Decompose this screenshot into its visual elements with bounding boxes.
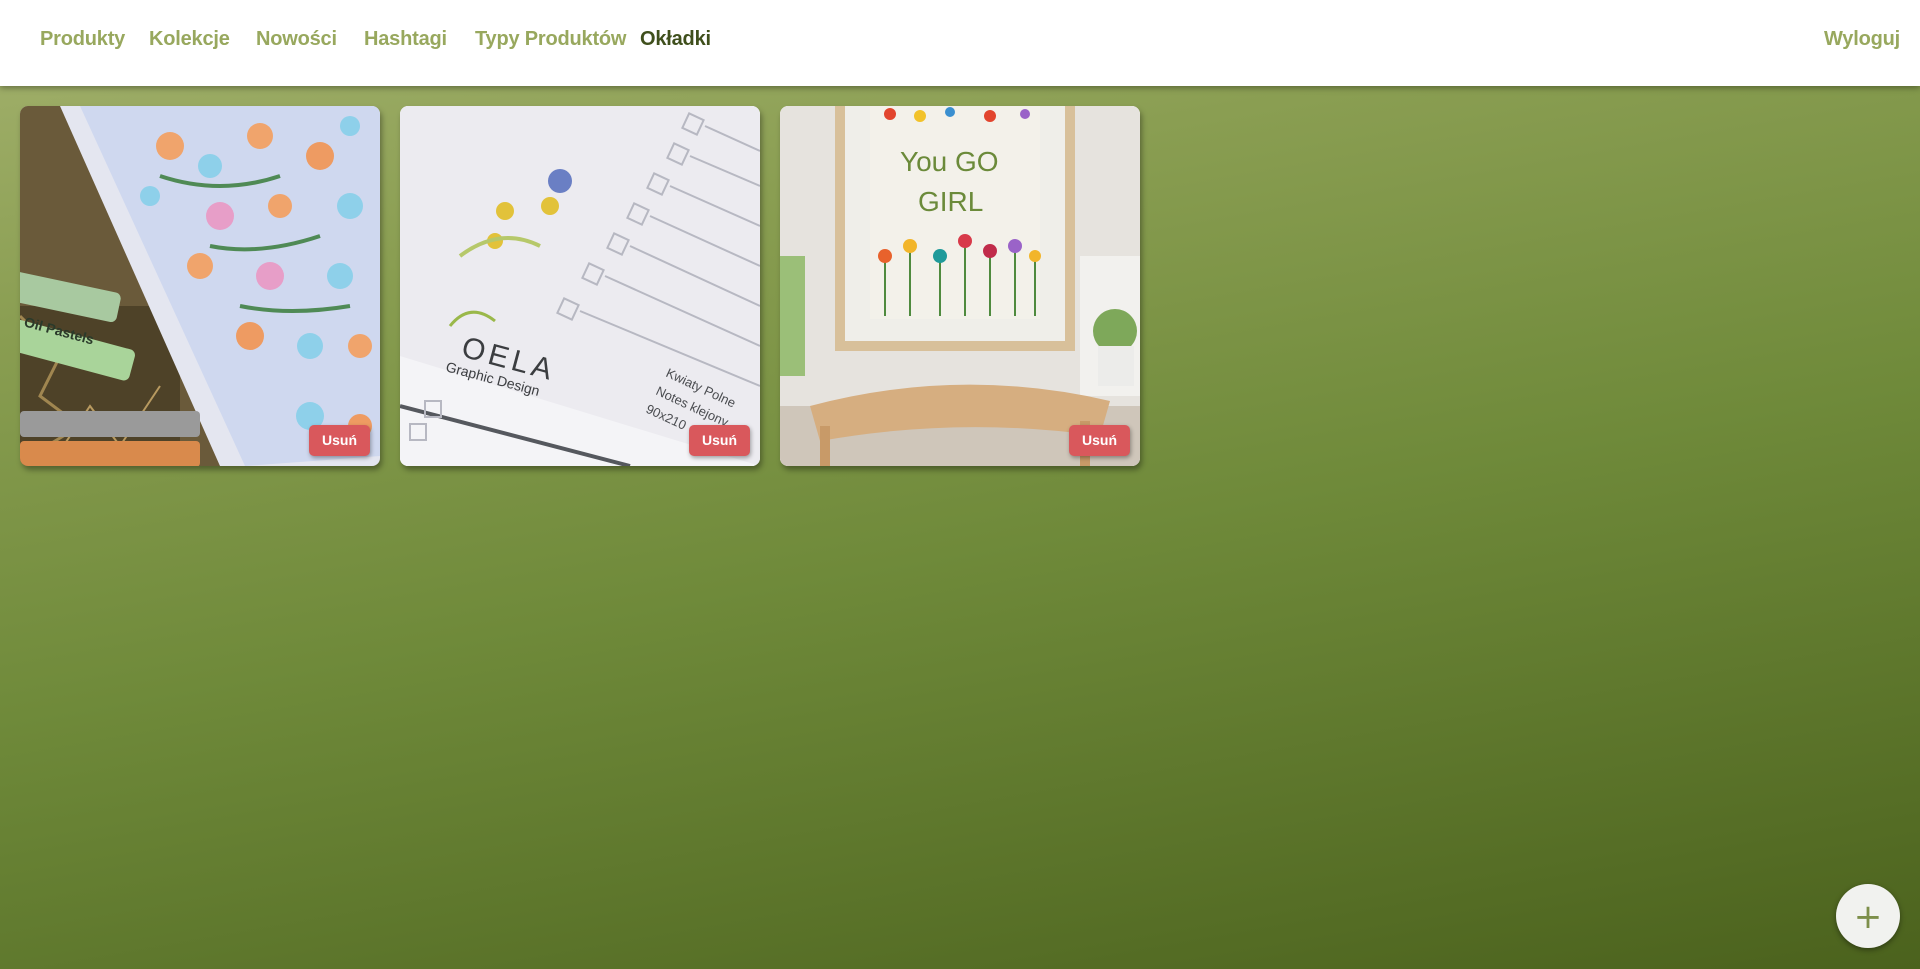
plus-icon: +	[1853, 897, 1883, 937]
cover-card: Oil Pastels Usuń	[20, 106, 380, 466]
poster-text: You GO	[900, 146, 999, 177]
delete-button[interactable]: Usuń	[309, 425, 370, 456]
cover-image-notebook-floral: Oil Pastels	[20, 106, 380, 466]
nav-item-nowosci[interactable]: Nowości	[256, 28, 337, 51]
delete-button[interactable]: Usuń	[689, 425, 750, 456]
poster-text: GIRL	[918, 186, 983, 217]
cover-image-framed-poster: You GO GIRL	[780, 106, 1140, 466]
cover-card: OELA Graphic Design Kwiaty Polne Notes k…	[400, 106, 760, 466]
cover-image-notebook-checklist: OELA Graphic Design Kwiaty Polne Notes k…	[400, 106, 760, 466]
nav-item-produkty[interactable]: Produkty	[40, 28, 125, 51]
logout-link[interactable]: Wyloguj	[1824, 28, 1900, 51]
add-cover-button[interactable]: +	[1836, 884, 1900, 948]
cover-card: You GO GIRL Usuń	[780, 106, 1140, 466]
nav-item-kolekcje[interactable]: Kolekcje	[149, 28, 230, 51]
nav-item-hashtagi[interactable]: Hashtagi	[364, 28, 447, 51]
top-navigation-bar: Produkty Kolekcje Nowości Hashtagi Typy …	[0, 0, 1920, 86]
delete-button[interactable]: Usuń	[1069, 425, 1130, 456]
nav-item-okladki[interactable]: Okładki	[640, 28, 711, 51]
nav-item-typy-produktow[interactable]: Typy Produktów	[475, 28, 626, 51]
